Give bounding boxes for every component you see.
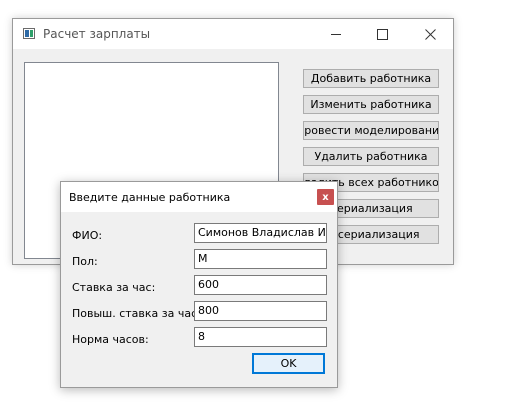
title-bar[interactable]: Расчет зарплаты [13,19,453,49]
app-icon [23,28,35,39]
window-title: Расчет зарплаты [43,27,151,41]
raised-rate-label: Повыш. ставка за час: [72,307,201,320]
close-icon: x [322,191,329,203]
dialog-title-bar[interactable]: Введите данные работника x [61,182,337,212]
maximize-button[interactable] [359,19,405,49]
minimize-icon [331,33,341,35]
close-icon [424,28,436,40]
delete-employee-button[interactable]: Удалить работника [303,147,439,166]
gender-input[interactable]: М [194,249,327,269]
simulate-button[interactable]: Провести моделирование [303,121,439,140]
minimize-button[interactable] [313,19,359,49]
hourly-rate-label: Ставка за час: [72,281,156,294]
dialog-close-button[interactable]: x [317,189,334,205]
ok-button[interactable]: OK [252,353,325,374]
fio-input[interactable]: Симонов Владислав Игоревич [194,223,327,243]
fio-label: ФИО: [72,229,103,242]
maximize-icon [376,28,388,40]
dialog-title: Введите данные работника [69,191,231,204]
gender-label: Пол: [72,255,98,268]
edit-employee-button[interactable]: Изменить работника [303,95,439,114]
raised-rate-input[interactable]: 800 [194,301,327,321]
hourly-rate-input[interactable]: 600 [194,275,327,295]
employee-data-dialog: Введите данные работника x ФИО: Симонов … [60,181,338,388]
hours-norm-label: Норма часов: [72,333,149,346]
add-employee-button[interactable]: Добавить работника [303,69,439,88]
close-button[interactable] [407,19,453,49]
hours-norm-input[interactable]: 8 [194,327,327,347]
